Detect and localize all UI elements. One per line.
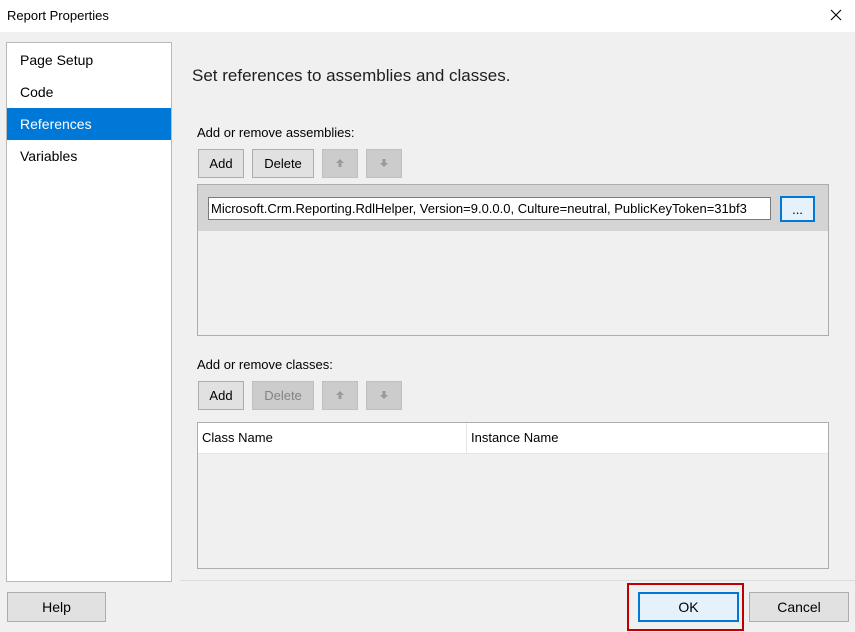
add-class-button[interactable]: Add: [198, 381, 244, 410]
move-assembly-down-button: [366, 149, 402, 178]
sidebar-item-variables[interactable]: Variables: [7, 140, 171, 172]
move-class-down-button: [366, 381, 402, 410]
delete-class-button: Delete: [252, 381, 314, 410]
title-bar: Report Properties: [0, 0, 855, 32]
sidebar-item-references[interactable]: References: [7, 108, 171, 140]
arrow-down-icon: [379, 388, 389, 403]
report-properties-dialog: Report Properties Page Setup Code Refere…: [0, 0, 855, 632]
sidebar-item-label: References: [20, 116, 92, 132]
sidebar-item-label: Variables: [20, 148, 78, 164]
move-class-up-button: [322, 381, 358, 410]
classes-table: Class Name Instance Name: [197, 422, 829, 569]
close-button[interactable]: [817, 0, 855, 32]
move-assembly-up-button: [322, 149, 358, 178]
table-header: Class Name Instance Name: [198, 423, 828, 454]
delete-assembly-button[interactable]: Delete: [252, 149, 314, 178]
sidebar-item-label: Code: [20, 84, 54, 100]
sidebar-item-label: Page Setup: [20, 52, 94, 68]
window-title: Report Properties: [7, 8, 109, 23]
help-button[interactable]: Help: [7, 592, 106, 622]
classes-label: Add or remove classes:: [197, 357, 333, 372]
assemblies-label: Add or remove assemblies:: [197, 125, 355, 140]
close-icon: [830, 9, 842, 24]
arrow-up-icon: [335, 156, 345, 171]
list-item: Microsoft.Crm.Reporting.RdlHelper, Versi…: [198, 185, 828, 231]
arrow-down-icon: [379, 156, 389, 171]
sidebar-nav: Page Setup Code References Variables: [6, 42, 172, 582]
cancel-button[interactable]: Cancel: [749, 592, 849, 622]
assemblies-list: Microsoft.Crm.Reporting.RdlHelper, Versi…: [197, 184, 829, 336]
sidebar-item-page-setup[interactable]: Page Setup: [7, 44, 171, 76]
ok-button[interactable]: OK: [638, 592, 739, 622]
arrow-up-icon: [335, 388, 345, 403]
column-header-instance-name[interactable]: Instance Name: [467, 423, 828, 453]
add-assembly-button[interactable]: Add: [198, 149, 244, 178]
footer-divider: [180, 580, 855, 581]
references-panel: Set references to assemblies and classes…: [180, 34, 855, 580]
assembly-name-field[interactable]: Microsoft.Crm.Reporting.RdlHelper, Versi…: [208, 197, 771, 220]
column-header-class-name[interactable]: Class Name: [198, 423, 466, 453]
browse-assembly-button[interactable]: ...: [780, 196, 815, 222]
page-title: Set references to assemblies and classes…: [192, 66, 511, 85]
sidebar-item-code[interactable]: Code: [7, 76, 171, 108]
